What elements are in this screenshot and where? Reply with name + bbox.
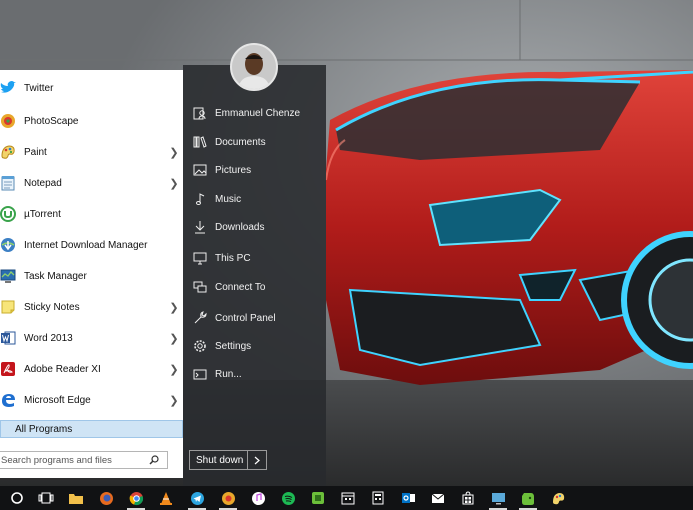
avatar[interactable]: [230, 43, 278, 91]
telegram-icon[interactable]: [188, 489, 206, 510]
task-view-icon[interactable]: [37, 489, 55, 507]
place-settings[interactable]: Settings: [193, 334, 251, 358]
documents-icon: [193, 135, 207, 149]
place-pictures[interactable]: Pictures: [193, 158, 251, 182]
program-task-manager[interactable]: Task Manager: [0, 261, 183, 291]
all-programs-button[interactable]: All Programs: [0, 420, 183, 438]
place-connect-to[interactable]: Connect To: [193, 275, 265, 299]
paint-icon: [0, 142, 18, 162]
search-box: [0, 451, 168, 469]
search-icon[interactable]: [146, 455, 162, 465]
cortana-icon[interactable]: [8, 489, 26, 507]
twitter-icon: [0, 78, 18, 98]
search-input[interactable]: [0, 454, 146, 466]
chevron-right-icon[interactable]: ❯: [165, 301, 183, 314]
notepad-icon: [0, 173, 18, 193]
chevron-right-icon[interactable]: ❯: [165, 363, 183, 376]
user-icon: [193, 106, 207, 120]
photoscape-icon: [0, 111, 18, 131]
monitor-app-icon[interactable]: [489, 489, 507, 510]
pictures-icon: [193, 163, 207, 177]
shutdown-button[interactable]: Shut down: [189, 450, 267, 470]
place-music[interactable]: Music: [193, 187, 241, 211]
evernote-icon[interactable]: [519, 489, 537, 510]
gear-icon: [193, 339, 207, 353]
place-control-panel[interactable]: Control Panel: [193, 306, 276, 330]
spotify-icon[interactable]: [279, 489, 297, 507]
taskbar: [0, 486, 693, 510]
edge-icon: [0, 390, 18, 410]
connect-icon: [193, 280, 207, 294]
chevron-right-icon[interactable]: ❯: [165, 177, 183, 190]
chevron-right-icon[interactable]: ❯: [165, 332, 183, 345]
word-icon: [0, 328, 18, 348]
program-word-2013[interactable]: Word 2013 ❯: [0, 323, 183, 353]
calculator-icon[interactable]: [369, 489, 387, 507]
place-documents[interactable]: Documents: [193, 130, 266, 154]
program-internet-download-manager[interactable]: Internet Download Manager: [0, 230, 183, 260]
calendar-icon[interactable]: [339, 489, 357, 507]
downloads-icon: [193, 220, 207, 234]
utorrent-icon: [0, 204, 18, 224]
computer-icon: [193, 251, 207, 265]
sticky-notes-icon: [0, 297, 18, 317]
chevron-right-icon[interactable]: ❯: [165, 146, 183, 159]
adobe-reader-icon: [0, 359, 18, 379]
vlc-icon[interactable]: [157, 489, 175, 507]
program-paint[interactable]: Paint ❯: [0, 137, 183, 167]
photoscape-taskbar-icon[interactable]: [219, 489, 237, 510]
place-this-pc[interactable]: This PC: [193, 246, 251, 270]
chevron-right-icon[interactable]: [247, 451, 266, 469]
outlook-icon[interactable]: [399, 489, 417, 507]
program-twitter[interactable]: Twitter: [0, 73, 183, 103]
task-manager-icon: [0, 266, 18, 286]
program-sticky-notes[interactable]: Sticky Notes ❯: [0, 292, 183, 322]
itunes-icon[interactable]: [249, 489, 267, 507]
chrome-icon[interactable]: [127, 489, 145, 510]
file-explorer-icon[interactable]: [67, 489, 85, 507]
place-run[interactable]: Run...: [193, 362, 242, 386]
place-user-folder[interactable]: Emmanuel Chenze: [193, 101, 300, 125]
music-icon: [193, 192, 207, 206]
idm-icon: [0, 235, 18, 255]
program-adobe-reader-xi[interactable]: Adobe Reader XI ❯: [0, 354, 183, 384]
paint-taskbar-icon[interactable]: [549, 489, 567, 507]
start-menu-programs-panel: Twitter PhotoScape Paint ❯ Notepad ❯ µTo…: [0, 70, 183, 478]
program-photoscape[interactable]: PhotoScape: [0, 106, 183, 136]
run-icon: [193, 367, 207, 381]
program-microsoft-edge[interactable]: Microsoft Edge ❯: [0, 385, 183, 415]
control-panel-icon: [193, 311, 207, 325]
program-notepad[interactable]: Notepad ❯: [0, 168, 183, 198]
mail-icon[interactable]: [429, 489, 447, 507]
firefox-icon[interactable]: [97, 489, 115, 507]
place-downloads[interactable]: Downloads: [193, 215, 264, 239]
green-app-icon[interactable]: [309, 489, 327, 507]
chevron-right-icon[interactable]: ❯: [165, 394, 183, 407]
program-utorrent[interactable]: µTorrent: [0, 199, 183, 229]
store-icon[interactable]: [459, 489, 477, 507]
